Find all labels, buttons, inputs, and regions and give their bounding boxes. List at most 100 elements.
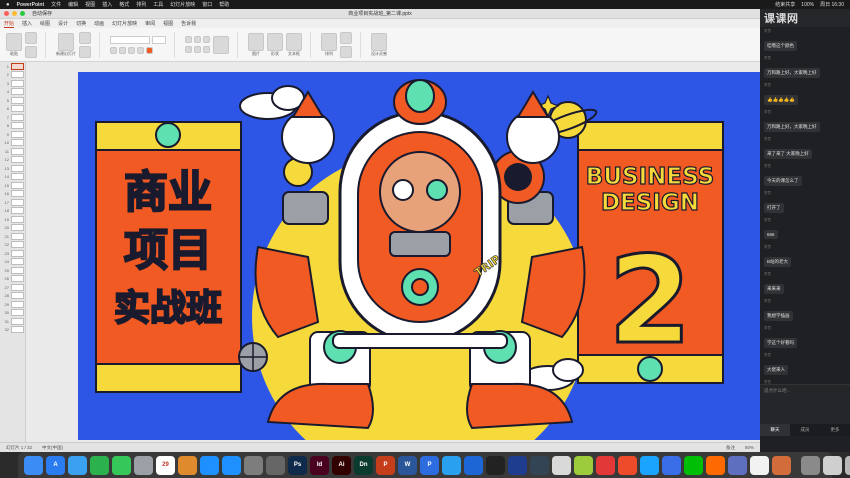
copy-icon[interactable] — [25, 45, 37, 58]
photoshop-icon[interactable]: Ps — [288, 455, 307, 475]
zoom-level[interactable]: 80% — [745, 445, 754, 450]
calendar-icon[interactable]: 29 — [156, 455, 175, 475]
tab-view[interactable]: 视图 — [163, 20, 173, 27]
slide-thumbnail[interactable]: 5 — [0, 96, 25, 105]
new-slide-button[interactable]: 新建幻灯片 — [56, 32, 76, 57]
wechat-icon[interactable] — [90, 455, 109, 475]
menu-item[interactable]: 帮助 — [219, 1, 229, 8]
slide-thumbnail[interactable]: 20 — [0, 224, 25, 233]
slide-thumbnail[interactable]: 2 — [0, 71, 25, 80]
font-icon[interactable] — [266, 455, 285, 475]
slide-thumbnail[interactable]: 23 — [0, 249, 25, 258]
align-center-icon[interactable] — [194, 46, 201, 53]
italic-icon[interactable] — [119, 46, 126, 54]
minimize-window-button[interactable] — [12, 11, 17, 16]
slide-thumbnail[interactable]: 14 — [0, 173, 25, 182]
wave-icon[interactable] — [464, 455, 483, 475]
clock[interactable]: 周日 16:30 — [820, 1, 844, 8]
slide-thumbnail[interactable]: 24 — [0, 258, 25, 267]
shape-outline-icon[interactable] — [340, 45, 352, 58]
preview-icon[interactable] — [801, 455, 820, 475]
tab-slideshow[interactable]: 幻灯片放映 — [112, 20, 137, 27]
indent-icon[interactable] — [203, 36, 210, 43]
language-indicator[interactable]: 中文(中国) — [42, 445, 63, 451]
tab-review[interactable]: 审阅 — [145, 20, 155, 27]
align-left-icon[interactable] — [185, 46, 192, 53]
clover-icon[interactable] — [574, 455, 593, 475]
browser-icon[interactable] — [662, 455, 681, 475]
reset-icon[interactable] — [79, 45, 91, 58]
cinema4d-icon[interactable] — [508, 455, 527, 475]
finder-window-icon[interactable] — [134, 455, 153, 475]
slide-thumbnail[interactable]: 13 — [0, 164, 25, 173]
menu-item[interactable]: 排列 — [136, 1, 146, 8]
slide-thumbnail[interactable]: 25 — [0, 266, 25, 275]
menu-status[interactable]: 结束共享 — [775, 1, 795, 8]
strikethrough-icon[interactable] — [137, 46, 144, 54]
slide-thumbnails-panel[interactable]: 1 2 3 4 5 6 7 8 9 10 11 12 13 14 15 16 17 18 19 20 21 22 23 24 2… — [0, 62, 26, 444]
cut-icon[interactable] — [25, 31, 37, 44]
slide-thumbnail[interactable]: 31 — [0, 317, 25, 326]
tab-draw[interactable]: 绘图 — [40, 20, 50, 27]
streaming-icon[interactable] — [442, 455, 461, 475]
tool-icon[interactable] — [552, 455, 571, 475]
shape-button[interactable]: 形状 — [267, 32, 283, 57]
bullets-icon[interactable] — [185, 36, 192, 43]
designer-button[interactable]: 设计灵感 — [371, 32, 387, 57]
books-icon[interactable] — [178, 455, 197, 475]
tab-design[interactable]: 设计 — [58, 20, 68, 27]
convert-smartart-icon[interactable] — [213, 35, 229, 54]
picture-button[interactable]: 图片 — [248, 32, 264, 57]
tab-animations[interactable]: 动画 — [94, 20, 104, 27]
slide-thumbnail[interactable]: 32 — [0, 326, 25, 335]
menu-item[interactable]: 工具 — [153, 1, 163, 8]
indesign-icon[interactable]: Id — [310, 455, 329, 475]
slide-thumbnail[interactable]: 19 — [0, 215, 25, 224]
slide-thumbnail[interactable]: 8 — [0, 122, 25, 131]
slide-thumbnail[interactable]: 16 — [0, 190, 25, 199]
menu-item[interactable]: 窗口 — [202, 1, 212, 8]
archive-icon[interactable] — [772, 455, 791, 475]
slide-thumbnail[interactable]: 7 — [0, 113, 25, 122]
autosave-toggle[interactable]: 自动保存 — [32, 10, 52, 17]
notes-button[interactable]: 备注 — [726, 445, 735, 451]
zoom-window-button[interactable] — [20, 11, 25, 16]
trash-icon[interactable] — [845, 455, 850, 475]
menu-item[interactable]: 视图 — [85, 1, 95, 8]
chat-message-list[interactable]: 学员 哇哦这个颜色 学员 万和路上好，大家晚上好 学员 👍👍👍👍👍 学员 万和路上好，大家晚上… — [760, 27, 850, 432]
settings-icon[interactable] — [244, 455, 263, 475]
slide-thumbnail[interactable]: 17 — [0, 198, 25, 207]
slide-thumbnail[interactable]: 18 — [0, 207, 25, 216]
close-window-button[interactable] — [4, 11, 9, 16]
app-store-icon[interactable]: A — [46, 455, 65, 475]
qq-icon[interactable] — [200, 455, 219, 475]
slide-thumbnail[interactable]: 12 — [0, 156, 25, 165]
menu-item[interactable]: 文件 — [51, 1, 61, 8]
illustrator-icon[interactable]: Ai — [332, 455, 351, 475]
powerpoint-icon[interactable]: P — [376, 455, 395, 475]
iqiyi-icon[interactable] — [684, 455, 703, 475]
media-icon[interactable] — [640, 455, 659, 475]
slide-thumbnail[interactable]: 21 — [0, 232, 25, 241]
underline-icon[interactable] — [128, 46, 135, 54]
slide-thumbnail[interactable]: 27 — [0, 283, 25, 292]
menu-item[interactable]: 插入 — [102, 1, 112, 8]
layout-icon[interactable] — [79, 31, 91, 44]
slide[interactable]: 商业 项目 实战班 BUSINESS DESIGN 2 TRIP — [78, 72, 762, 440]
apple-icon[interactable]: ● — [6, 2, 10, 8]
bold-icon[interactable] — [110, 46, 117, 54]
tab-home[interactable]: 开始 — [4, 20, 15, 28]
chat-tab-members[interactable]: 成员 — [790, 424, 820, 436]
word-icon[interactable]: W — [398, 455, 417, 475]
slide-thumbnail[interactable]: 11 — [0, 147, 25, 156]
slide-thumbnail[interactable]: 4 — [0, 88, 25, 97]
slide-thumbnail[interactable]: 26 — [0, 275, 25, 284]
tab-insert[interactable]: 插入 — [22, 20, 32, 27]
font-size-field[interactable] — [152, 35, 166, 44]
slide-thumbnail[interactable]: 22 — [0, 241, 25, 250]
slide-thumbnail[interactable]: 28 — [0, 292, 25, 301]
shape-fill-icon[interactable] — [340, 31, 352, 44]
quicktime-icon[interactable] — [728, 455, 747, 475]
obs-icon[interactable] — [486, 455, 505, 475]
paste-button[interactable]: 粘贴 — [6, 32, 22, 57]
